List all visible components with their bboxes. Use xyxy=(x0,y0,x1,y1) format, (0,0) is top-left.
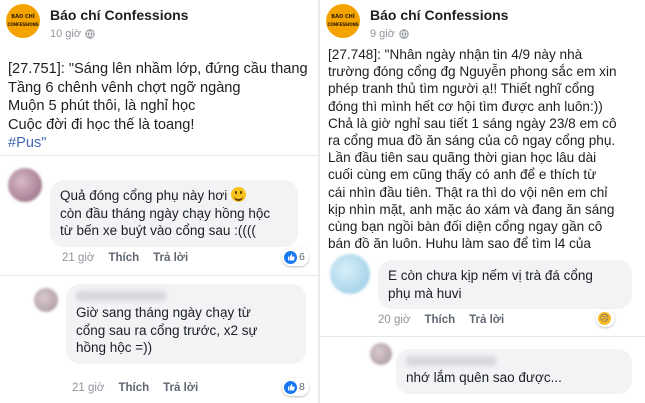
post-line: Cuộc đời đi học thế là toang! xyxy=(8,116,195,133)
comment: Giờ sang tháng ngày chạy từ cổng sau ra … xyxy=(0,275,318,403)
reaction-count: 6 xyxy=(299,251,305,263)
comment-line: Quả đóng cổng phụ này hơi xyxy=(60,188,228,203)
post-line: bán đồ ăn luôn. Huhu làm sao để tìm l4 c… xyxy=(328,236,591,252)
comment: nhớ lắm quên sao được... xyxy=(320,336,645,403)
reply-button[interactable]: Trả lời xyxy=(469,314,504,326)
reply-button[interactable]: Trả lời xyxy=(163,382,198,394)
comment: E còn chưa kịp nếm vị trà đá cổng phụ mà… xyxy=(320,252,645,334)
comment-line: phụ mà huvi xyxy=(388,285,462,301)
hashtag-link[interactable]: #Pus" xyxy=(8,134,308,153)
page-name-link[interactable]: Báo chí Confessions xyxy=(50,7,188,23)
comment-actions: 21 giờ Thích Trả lời xyxy=(62,252,188,264)
post-panel-right: BÁO CHÍ CONFESSIONS Báo chí Confessions … xyxy=(320,0,645,403)
comment-bubble: E còn chưa kịp nếm vị trà đá cổng phụ mà… xyxy=(378,260,632,309)
post-time-text: 10 giờ xyxy=(50,28,82,40)
comment-actions: 21 giờ Thích Trả lời xyxy=(72,382,198,394)
comment-bubble: nhớ lắm quên sao được... xyxy=(396,349,632,394)
reaction-count-badge[interactable]: 8 xyxy=(282,378,309,396)
post-line: Lần đầu tiên sau quãng thời gian học lâu… xyxy=(328,150,597,166)
reaction-count-badge[interactable]: 6 xyxy=(282,248,309,266)
post-timestamp[interactable]: 10 giờ xyxy=(50,28,95,40)
logo-text-line-2: CONFESSIONS xyxy=(7,22,39,27)
post-line: cùng bạn ngồi bàn đối diện cổng ngay gần… xyxy=(328,219,603,235)
logo-text-line-1: BÁO CHÍ xyxy=(11,14,35,20)
like-button[interactable]: Thích xyxy=(118,382,149,394)
reaction-count: 8 xyxy=(299,381,305,393)
post-line: Muộn 5 phút thôi, là nghỉ học xyxy=(8,98,196,114)
post-body: [27.751]: "Sáng lên nhầm lớp, đứng cầu t… xyxy=(8,60,308,153)
post-line: [27.751]: "Sáng lên nhầm lớp, đứng cầu t… xyxy=(8,61,308,77)
comment-line: từ bến xe buýt vào cổng sau :(((( xyxy=(60,223,256,238)
post-line: phép tranh thủ tìm người ạ!! Thiết nghĩ … xyxy=(328,81,595,97)
post-timestamp[interactable]: 9 giờ xyxy=(370,28,409,40)
like-reaction-icon xyxy=(284,380,297,394)
like-button[interactable]: Thích xyxy=(424,314,455,326)
post-line: Chả là giờ nghỉ sau tiết 1 sáng ngày 23/… xyxy=(328,115,617,131)
comment: Quả đóng cổng phụ này hơi còn đầu tháng … xyxy=(0,155,318,273)
comment-bubble: Giờ sang tháng ngày chạy từ cổng sau ra … xyxy=(66,284,306,364)
globe-icon xyxy=(85,29,95,39)
post-line: Tầng 6 chênh vênh chợt ngỡ ngàng xyxy=(8,79,241,96)
avatar[interactable] xyxy=(8,168,42,202)
comment-line: nhớ lắm quên sao được... xyxy=(406,370,562,385)
logo-text-line-2: CONFESSIONS xyxy=(327,22,359,27)
smile-emoji-icon xyxy=(231,187,247,202)
post-line: cuối cùng em cũng thấy có anh để e thích… xyxy=(328,167,597,183)
post-panel-left: BÁO CHÍ CONFESSIONS Báo chí Confessions … xyxy=(0,0,318,403)
comment-line: hồng hộc =)) xyxy=(76,340,153,355)
page-logo[interactable]: BÁO CHÍ CONFESSIONS xyxy=(326,4,360,38)
commenter-name-redacted[interactable] xyxy=(406,356,496,366)
comment-line: cổng sau ra cổng trước, x2 sự xyxy=(76,322,258,338)
page-logo[interactable]: BÁO CHÍ CONFESSIONS xyxy=(6,4,40,38)
sad-reaction-icon: ☹ xyxy=(598,311,611,325)
avatar[interactable] xyxy=(370,343,392,365)
avatar[interactable] xyxy=(34,288,58,312)
comment-line: E còn chưa kịp nếm vị trà đá cổng xyxy=(388,268,593,283)
page-name-link[interactable]: Báo chí Confessions xyxy=(370,7,508,23)
logo-text-line-1: BÁO CHÍ xyxy=(331,14,355,20)
comment-bubble: Quả đóng cổng phụ này hơi còn đầu tháng … xyxy=(50,180,298,247)
post-line: đóng thì mình hết cơ hội tìm được anh lu… xyxy=(328,98,603,114)
comment-line: còn đầu tháng ngày chạy hồng hộc xyxy=(60,205,271,221)
reaction-badge[interactable]: ☹ xyxy=(596,309,615,327)
comment-actions: 20 giờ Thích Trả lời xyxy=(378,314,504,326)
globe-icon xyxy=(399,29,409,39)
post-line: trường đóng cổng đg Nguyễn phong sắc em … xyxy=(328,64,617,80)
like-reaction-icon xyxy=(284,250,297,264)
comment-time[interactable]: 21 giờ xyxy=(62,252,94,264)
comment-line: Giờ sang tháng ngày chạy từ xyxy=(76,305,251,320)
post-time-text: 9 giờ xyxy=(370,28,395,40)
post-line: kịp nhìn mặt, anh mặc áo xám và đang ăn … xyxy=(328,201,615,217)
post-line: ra cổng mua đồ ăn sáng của cô ngay cổng … xyxy=(328,133,616,149)
post-line: [27.748]: "Nhân ngày nhận tin 4/9 này nh… xyxy=(328,47,583,62)
avatar[interactable] xyxy=(330,254,370,294)
commenter-name-redacted[interactable] xyxy=(76,291,166,301)
reply-button[interactable]: Trả lời xyxy=(153,252,188,264)
post-line: cái nhìn đầu tiên. Thật ra thì do vội nê… xyxy=(328,184,608,200)
like-button[interactable]: Thích xyxy=(108,252,139,264)
post-body: [27.748]: "Nhân ngày nhận tin 4/9 này nh… xyxy=(328,46,617,252)
comment-time[interactable]: 20 giờ xyxy=(378,314,410,326)
comment-time[interactable]: 21 giờ xyxy=(72,382,104,394)
